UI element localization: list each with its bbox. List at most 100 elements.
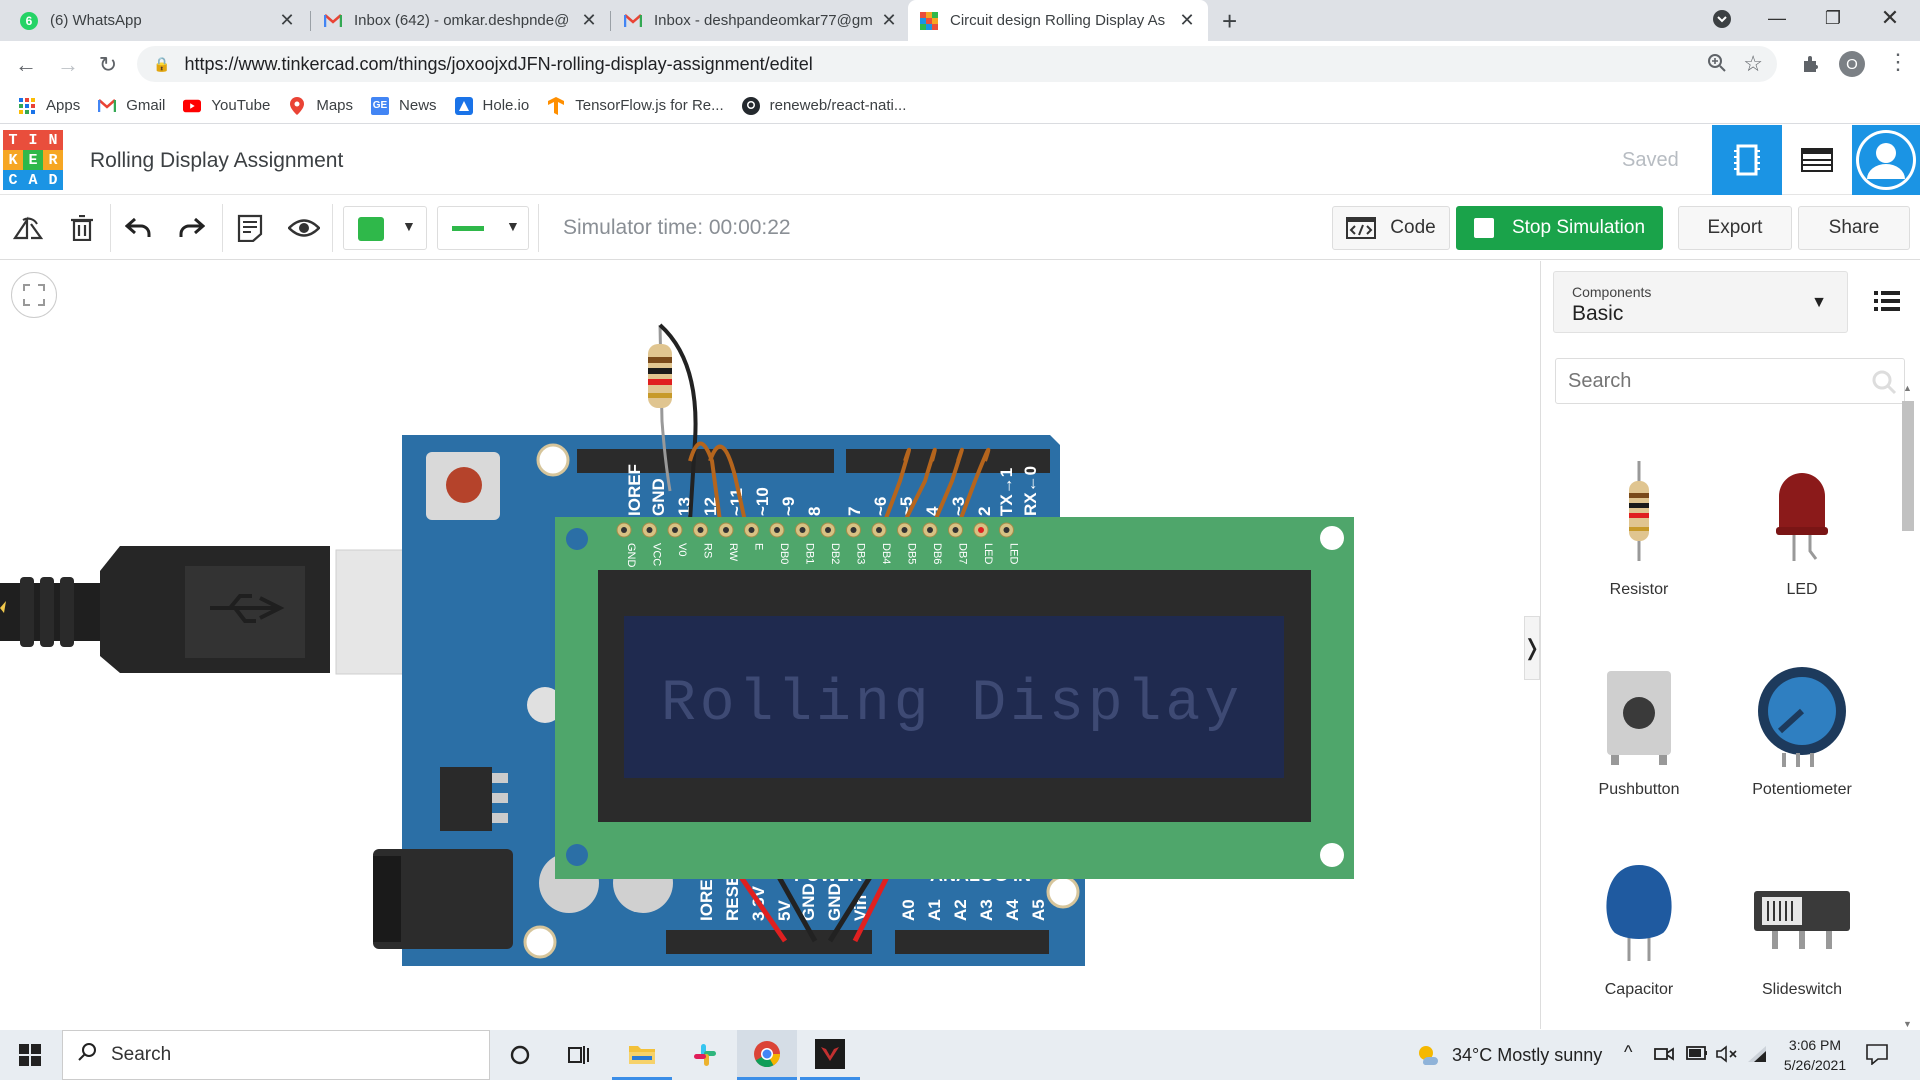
tensorflow-icon: [547, 96, 565, 115]
bookmark-tensorflow[interactable]: TensorFlow.js for Re...: [547, 96, 724, 115]
wifi-icon[interactable]: [1746, 1044, 1768, 1069]
user-icon: [1856, 130, 1916, 190]
color-picker[interactable]: ▼: [343, 206, 427, 250]
tinkercad-logo[interactable]: T I N K E R C A D: [3, 130, 63, 190]
close-tab-icon[interactable]: ✕: [278, 10, 296, 31]
board-pin-label: RX←0: [1021, 466, 1040, 516]
delete-icon[interactable]: [64, 210, 100, 246]
lcd-pin-label: DB0: [778, 543, 790, 564]
code-editor-icon: [1346, 217, 1377, 239]
battery-icon[interactable]: [1686, 1045, 1708, 1066]
component-resistor[interactable]: Resistor: [1559, 461, 1719, 611]
github-icon: [741, 96, 760, 115]
panel-scrollbar[interactable]: ▲ ▼: [1900, 383, 1914, 1029]
capacitor-icon: [1606, 865, 1672, 961]
lcd-pin-label: DB6: [931, 543, 943, 564]
bookmark-holeio[interactable]: Hole.io: [454, 96, 529, 115]
taskbar-search[interactable]: Search: [62, 1030, 490, 1080]
close-tab-icon[interactable]: ✕: [1178, 10, 1196, 31]
chrome-icon[interactable]: [737, 1030, 797, 1080]
task-view-icon[interactable]: [550, 1030, 610, 1080]
lcd-pin-label: RS: [702, 543, 714, 558]
share-button[interactable]: Share: [1798, 206, 1910, 250]
tab-search-icon[interactable]: [1707, 9, 1737, 34]
lcd-pin-hole: [825, 527, 831, 533]
lcd-16x2-module[interactable]: Rolling Display: [555, 517, 1354, 879]
lcd-pin-label: GND: [625, 543, 637, 568]
stop-simulation-button[interactable]: Stop Simulation: [1456, 206, 1663, 250]
reload-icon[interactable]: ↻: [94, 52, 122, 78]
lcd-display-text: Rolling Display: [661, 672, 1243, 737]
volume-muted-icon[interactable]: [1716, 1044, 1738, 1069]
cortana-icon[interactable]: [490, 1030, 550, 1080]
circuit-view-button[interactable]: [1712, 125, 1782, 195]
tab-title: Inbox (642) - omkar.deshpnde@: [354, 12, 570, 29]
close-tab-icon[interactable]: ✕: [580, 10, 598, 31]
collapse-panel-toggle[interactable]: ❭: [1523, 616, 1540, 680]
maximize-icon[interactable]: ❐: [1818, 8, 1848, 29]
slack-icon[interactable]: [675, 1030, 735, 1080]
list-view-icon[interactable]: [1874, 291, 1900, 316]
component-pushbutton[interactable]: Pushbutton: [1559, 661, 1719, 811]
back-icon[interactable]: ←: [12, 52, 40, 78]
bookmark-news[interactable]: GE News: [371, 96, 437, 115]
lcd-pin-hole: [723, 527, 729, 533]
component-capacitor[interactable]: Capacitor: [1559, 861, 1719, 1011]
file-explorer-icon[interactable]: [612, 1030, 672, 1080]
bookmark-github[interactable]: reneweb/react-nati...: [741, 96, 906, 115]
notes-icon[interactable]: [232, 210, 268, 246]
profile-avatar[interactable]: O: [1839, 51, 1865, 77]
component-search-input[interactable]: [1555, 358, 1905, 404]
windows-start-icon[interactable]: [0, 1030, 60, 1080]
extensions-icon[interactable]: [1800, 53, 1822, 80]
tab-gmail-2[interactable]: Inbox - deshpandeomkar77@gm ✕: [612, 0, 910, 41]
user-avatar[interactable]: [1852, 125, 1920, 195]
url-bar[interactable]: 🔒 https://www.tinkercad.com/things/joxoo…: [137, 46, 1777, 82]
bookmark-apps[interactable]: Apps: [18, 97, 80, 115]
export-button[interactable]: Export: [1678, 206, 1792, 250]
zoom-icon[interactable]: [1707, 53, 1727, 78]
browser-menu-icon[interactable]: ⋮: [1887, 49, 1909, 75]
minimize-icon[interactable]: —: [1762, 8, 1792, 29]
component-led[interactable]: LED: [1722, 461, 1882, 611]
bookmark-maps[interactable]: Maps: [288, 96, 353, 115]
bookmark-star-icon[interactable]: ☆: [1743, 51, 1763, 77]
visibility-eye-icon[interactable]: [286, 210, 322, 246]
notifications-icon[interactable]: [1866, 1043, 1888, 1070]
bookmarks-bar: Apps Gmail YouTube Maps GE News Hole.io T…: [0, 88, 1920, 124]
circuit-board-icon: [1734, 144, 1760, 176]
components-dropdown[interactable]: Components Basic ▼: [1553, 271, 1848, 333]
component-potentiometer[interactable]: Potentiometer: [1722, 661, 1882, 811]
wire-type-picker[interactable]: ▼: [437, 206, 529, 250]
close-tab-icon[interactable]: ✕: [880, 10, 898, 31]
circuit-canvas[interactable]: IOREF GND 13 12 ~11 ~10 ~9 8 7 ~6 ~5 4 ~3 2 TX→1 RX←0 IO…: [0, 261, 1540, 1029]
project-title[interactable]: Rolling Display Assignment: [90, 149, 343, 173]
redo-icon[interactable]: [174, 210, 210, 246]
component-list-view-button[interactable]: [1782, 125, 1852, 195]
forward-icon[interactable]: →: [54, 52, 82, 78]
tab-tinkercad[interactable]: Circuit design Rolling Display As ✕: [908, 0, 1208, 41]
predator-sense-icon[interactable]: [800, 1030, 860, 1080]
tray-expand-icon[interactable]: ^: [1624, 1042, 1632, 1063]
component-slideswitch[interactable]: Slideswitch: [1722, 861, 1882, 1011]
code-button[interactable]: Code: [1332, 206, 1450, 250]
window-close-icon[interactable]: ✕: [1875, 5, 1905, 31]
search-icon: [77, 1042, 97, 1068]
tab-gmail-1[interactable]: Inbox (642) - omkar.deshpnde@ ✕: [312, 0, 610, 41]
clock[interactable]: 3:06 PM 5/26/2021: [1780, 1035, 1850, 1075]
lcd-pin-label: DB7: [957, 543, 969, 564]
bookmark-youtube[interactable]: YouTube: [183, 97, 270, 115]
board-pin-label: A1: [925, 899, 944, 921]
tinkercad-icon: [920, 11, 938, 30]
potentiometer-icon: [1758, 667, 1846, 767]
new-tab-button[interactable]: +: [1222, 6, 1237, 37]
weather-text[interactable]: 34°C Mostly sunny: [1452, 1045, 1602, 1066]
meet-now-icon[interactable]: [1654, 1044, 1674, 1069]
lcd-pin-label: RW: [727, 543, 739, 562]
bookmark-gmail[interactable]: Gmail: [98, 97, 165, 115]
lcd-pin-hole: [799, 527, 806, 533]
undo-icon[interactable]: [120, 210, 156, 246]
rotate-icon[interactable]: [10, 210, 46, 246]
tab-whatsapp[interactable]: 6 (6) WhatsApp ✕: [8, 0, 308, 41]
lcd-pin-hole: [1003, 527, 1010, 533]
